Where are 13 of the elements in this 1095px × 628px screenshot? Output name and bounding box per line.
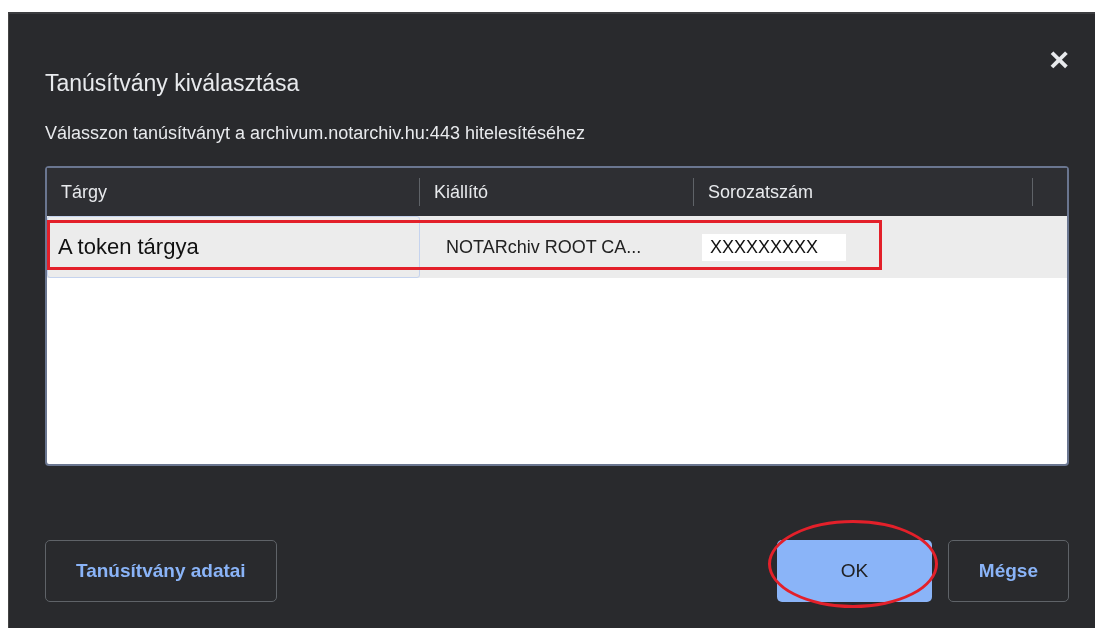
close-button[interactable]: × (1049, 44, 1069, 74)
table-cell: A token tárgya (58, 234, 199, 260)
details-button[interactable]: Tanúsítvány adatai (45, 540, 277, 602)
column-header[interactable]: Tárgy (47, 178, 420, 206)
dialog-title: Tanúsítvány kiválasztása (45, 70, 300, 97)
dialog-message: Válasszon tanúsítványt a archivum.notarchiv.hu:443 hitelesítéséhez (45, 123, 586, 144)
table-cell: XXXXXXXXX (702, 233, 847, 261)
column-header[interactable]: Sorozatszám (694, 178, 1033, 206)
table-cell: NOTARchiv ROOT CA... (446, 236, 642, 258)
column-header[interactable]: Kiállító (420, 178, 694, 206)
table-row[interactable]: A token tárgya NOTARchiv ROOT CA... XXXXXXXXX (47, 216, 1067, 278)
cancel-button[interactable]: Mégse (947, 540, 1069, 602)
ok-button[interactable]: OK (776, 540, 932, 602)
